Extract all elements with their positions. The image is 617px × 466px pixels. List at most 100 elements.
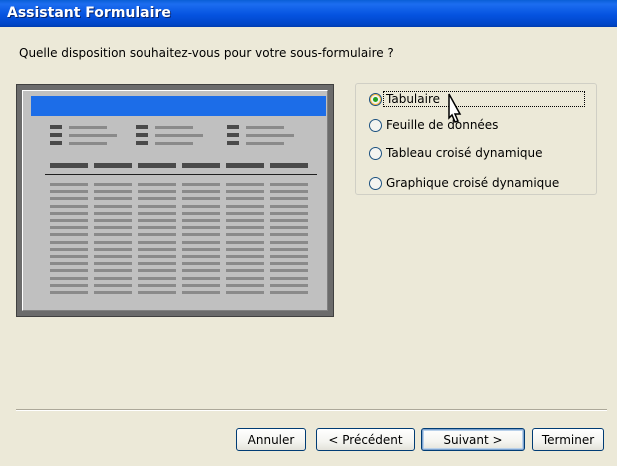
button-area-divider xyxy=(16,409,607,411)
preview-data-cell xyxy=(50,283,88,287)
preview-data-cell xyxy=(138,255,176,258)
preview-data-cell xyxy=(94,211,132,215)
preview-field-value xyxy=(69,126,107,129)
preview-field-label xyxy=(50,141,62,145)
preview-data-cell xyxy=(182,226,220,230)
preview-data-cell xyxy=(94,226,132,230)
preview-data-cell xyxy=(226,204,264,208)
option-graphique-croise-dynamique[interactable]: Graphique croisé dynamique xyxy=(369,174,561,192)
preview-data-cell xyxy=(94,291,132,294)
preview-data-cell xyxy=(226,283,264,287)
preview-data-cell xyxy=(226,233,264,237)
preview-data-cell xyxy=(182,247,220,251)
preview-data-cell xyxy=(226,240,264,244)
preview-data-cell xyxy=(182,197,220,201)
preview-data-cell xyxy=(138,291,176,294)
preview-data-cell xyxy=(182,183,220,186)
preview-field-value xyxy=(69,142,107,145)
preview-data-cell xyxy=(50,226,88,230)
preview-header-bar xyxy=(31,96,326,116)
preview-data-cell xyxy=(94,276,132,280)
preview-data-cell xyxy=(226,219,264,222)
preview-data-cell xyxy=(226,247,264,251)
preview-data-cell xyxy=(182,211,220,215)
preview-data-cell xyxy=(50,190,88,194)
preview-data-cell xyxy=(182,262,220,266)
preview-data-cell xyxy=(226,262,264,266)
preview-field-label xyxy=(227,133,239,137)
preview-column-header xyxy=(182,163,220,168)
preview-data-cell xyxy=(270,291,308,294)
option-tabulaire[interactable]: Tabulaire xyxy=(369,90,585,108)
radio-button[interactable] xyxy=(369,176,382,190)
preview-data-cell xyxy=(270,204,308,208)
preview-data-cell xyxy=(94,247,132,251)
preview-data-cell xyxy=(270,219,308,222)
cancel-button[interactable]: Annuler xyxy=(236,428,306,451)
preview-data-cell xyxy=(138,226,176,230)
preview-field-value xyxy=(155,126,193,129)
preview-data-cell xyxy=(270,226,308,230)
back-button[interactable]: < Précédent xyxy=(316,428,415,451)
preview-data-cell xyxy=(138,183,176,186)
preview-data-cell xyxy=(270,276,308,280)
layout-preview xyxy=(16,84,334,317)
preview-data-cell xyxy=(138,190,176,194)
preview-data-cell xyxy=(50,204,88,208)
preview-data-cell xyxy=(138,219,176,222)
preview-data-cell xyxy=(182,269,220,273)
preview-data-cell xyxy=(138,283,176,287)
preview-data-cell xyxy=(50,291,88,294)
preview-data-cell xyxy=(226,291,264,294)
preview-data-cell xyxy=(138,247,176,251)
radio-button[interactable] xyxy=(369,118,382,132)
preview-data-cell xyxy=(94,219,132,222)
preview-field-label xyxy=(227,141,239,145)
title-bar[interactable]: Assistant Formulaire xyxy=(0,0,617,27)
preview-data-cell xyxy=(270,255,308,258)
preview-data-cell xyxy=(94,183,132,186)
preview-data-cell xyxy=(226,269,264,273)
option-feuille-de-donnees[interactable]: Feuille de données xyxy=(369,116,500,134)
preview-data-cell xyxy=(270,183,308,186)
option-label[interactable]: Tabulaire xyxy=(383,91,585,107)
preview-column-header xyxy=(226,163,264,168)
preview-data-cell xyxy=(226,276,264,280)
preview-data-cell xyxy=(182,291,220,294)
preview-data-cell xyxy=(138,276,176,280)
preview-field-value xyxy=(69,134,117,137)
preview-data-cell xyxy=(226,255,264,258)
option-label[interactable]: Tableau croisé dynamique xyxy=(384,146,545,160)
preview-data-cell xyxy=(270,247,308,251)
preview-data-cell xyxy=(182,219,220,222)
preview-field-value xyxy=(155,142,193,145)
preview-column-header xyxy=(270,163,308,168)
option-tableau-croise-dynamique[interactable]: Tableau croisé dynamique xyxy=(369,144,545,162)
preview-data-cell xyxy=(182,233,220,237)
option-label[interactable]: Graphique croisé dynamique xyxy=(384,176,561,190)
window-title: Assistant Formulaire xyxy=(7,5,171,21)
preview-data-cell xyxy=(182,255,220,258)
preview-data-cell xyxy=(270,269,308,273)
radio-button[interactable] xyxy=(369,146,382,160)
preview-data-cell xyxy=(94,269,132,273)
preview-data-cell xyxy=(226,197,264,201)
preview-data-cell xyxy=(94,240,132,244)
radio-button-selected[interactable] xyxy=(369,92,382,106)
preview-field-value xyxy=(246,126,284,129)
preview-data-cell xyxy=(138,211,176,215)
layout-preview-canvas xyxy=(22,90,328,311)
mouse-pointer-icon xyxy=(448,93,462,123)
finish-button[interactable]: Terminer xyxy=(532,428,604,451)
preview-data-cell xyxy=(226,226,264,230)
preview-data-cell xyxy=(94,255,132,258)
preview-data-cell xyxy=(94,233,132,237)
preview-data-cell xyxy=(50,233,88,237)
preview-field-value xyxy=(246,134,294,137)
next-button[interactable]: Suivant > xyxy=(421,428,525,451)
preview-field-label xyxy=(50,133,62,137)
preview-data-cell xyxy=(50,262,88,266)
preview-data-cell xyxy=(270,197,308,201)
preview-data-cell xyxy=(50,247,88,251)
preview-header-separator xyxy=(45,174,317,175)
